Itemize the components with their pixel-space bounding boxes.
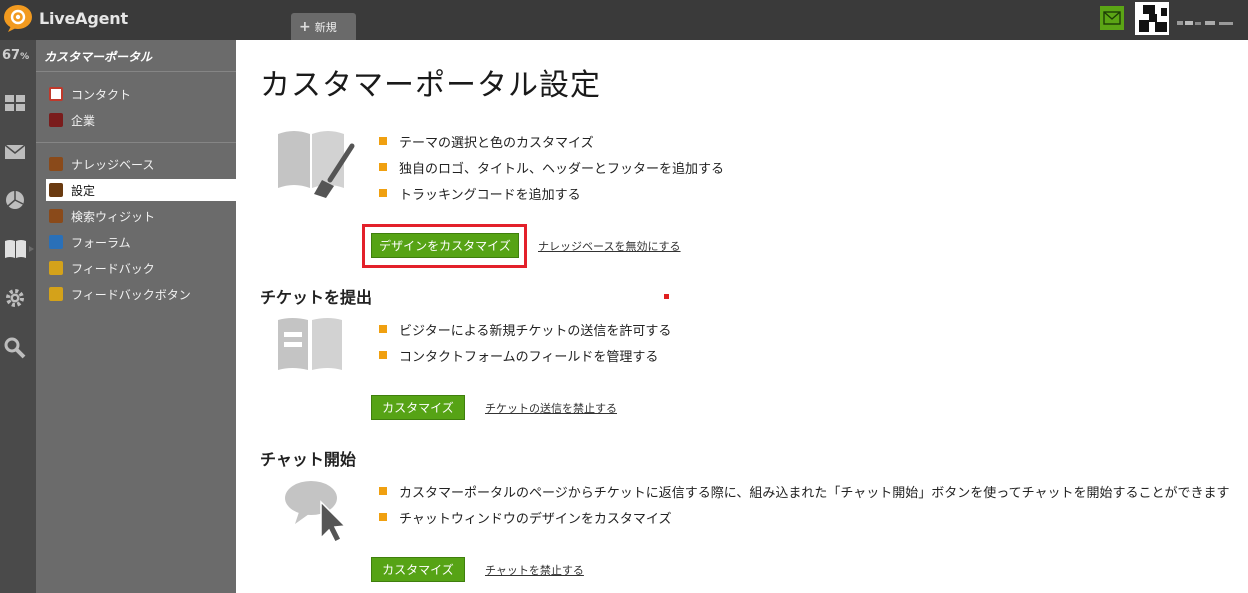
mail-icon[interactable] bbox=[4, 141, 26, 163]
page-title: カスタマーポータル設定 bbox=[260, 68, 601, 103]
customize-ticket-button[interactable]: カスタマイズ bbox=[371, 395, 465, 420]
forum-icon bbox=[49, 235, 63, 249]
sidebar-item-label: 設定 bbox=[71, 183, 96, 198]
list-item: 独自のロゴ、タイトル、ヘッダーとフッターを追加する bbox=[379, 158, 724, 177]
reports-pie-icon[interactable] bbox=[4, 189, 26, 211]
disable-chat-link[interactable]: チャットを禁止する bbox=[485, 562, 584, 578]
list-item: チャットウィンドウのデザインをカスタマイズ bbox=[379, 508, 671, 527]
knowledgebase-icon bbox=[49, 157, 63, 171]
list-item: カスタマーポータルのページからチケットに返信する際に、組み込まれた「チャット開始… bbox=[379, 482, 1229, 501]
company-icon bbox=[49, 113, 63, 127]
contact-icon bbox=[49, 87, 63, 101]
list-item: ビジターによる新規チケットの送信を許可する bbox=[379, 320, 671, 339]
sidebar-divider bbox=[36, 142, 236, 143]
sidebar-item-feedback-button[interactable]: フィードバックボタン bbox=[46, 283, 236, 305]
knowledgebase-book-icon[interactable] bbox=[4, 238, 34, 260]
sidebar-item-settings[interactable]: 設定 bbox=[46, 179, 236, 201]
customize-chat-button[interactable]: カスタマイズ bbox=[371, 557, 465, 582]
feedback-icon bbox=[49, 261, 63, 275]
app-name: LiveAgent bbox=[39, 8, 128, 28]
gear-icon[interactable] bbox=[4, 287, 26, 309]
mail-button[interactable] bbox=[1100, 6, 1124, 30]
top-bar: LiveAgent + 新規 bbox=[0, 0, 1248, 40]
sidebar-item-companies[interactable]: 企業 bbox=[46, 109, 236, 131]
search-widget-icon bbox=[49, 209, 63, 223]
new-tab-label: 新規 bbox=[314, 20, 337, 34]
sidebar-item-label: ナレッジベース bbox=[71, 157, 155, 172]
plus-icon: + bbox=[299, 18, 311, 35]
sidebar-item-feedback[interactable]: フィードバック bbox=[46, 257, 236, 279]
disable-knowledgebase-link[interactable]: ナレッジベースを無効にする bbox=[538, 238, 681, 254]
envelope-icon bbox=[1103, 11, 1121, 25]
section-title-chat: チャット開始 bbox=[260, 450, 356, 469]
new-tab-button[interactable]: + 新規 bbox=[291, 13, 356, 40]
paintbrush-book-icon bbox=[276, 128, 358, 204]
sidebar-item-label: コンタクト bbox=[71, 87, 132, 102]
sidebar-item-label: 検索ウィジット bbox=[71, 209, 156, 224]
settings-icon bbox=[49, 183, 63, 197]
liveagent-logo-icon bbox=[3, 4, 34, 32]
avatar[interactable] bbox=[1135, 2, 1169, 35]
sidebar-item-label: フィードバック bbox=[71, 261, 155, 276]
disable-ticket-link[interactable]: チケットの送信を禁止する bbox=[485, 400, 617, 416]
red-marker bbox=[664, 294, 669, 299]
sidebar-item-forum[interactable]: フォーラム bbox=[46, 231, 236, 253]
load-indicator: 67% bbox=[2, 48, 30, 63]
list-item: テーマの選択と色のカスタマイズ bbox=[379, 132, 594, 151]
sidebar-divider bbox=[36, 71, 236, 72]
sidebar: カスタマーポータル コンタクト 企業 ナレッジベース 設定 検索ウィジット フォ… bbox=[36, 40, 236, 593]
app-logo[interactable]: LiveAgent bbox=[3, 4, 128, 32]
sidebar-item-label: 企業 bbox=[71, 113, 96, 128]
username-blurred bbox=[1177, 12, 1237, 25]
ticket-form-icon bbox=[276, 316, 346, 378]
sidebar-item-knowledgebase[interactable]: ナレッジベース bbox=[46, 153, 236, 175]
dashboard-icon[interactable] bbox=[4, 92, 26, 114]
feedback-button-icon bbox=[49, 287, 63, 301]
sidebar-item-label: フィードバックボタン bbox=[71, 287, 191, 302]
list-item: トラッキングコードを追加する bbox=[379, 184, 581, 203]
icon-rail: 67% bbox=[0, 40, 36, 593]
list-item: コンタクトフォームのフィールドを管理する bbox=[379, 346, 658, 365]
search-icon[interactable] bbox=[4, 337, 26, 359]
sidebar-item-contacts[interactable]: コンタクト bbox=[46, 83, 236, 105]
section-title-ticket: チケットを提出 bbox=[260, 288, 373, 307]
customize-design-button[interactable]: デザインをカスタマイズ bbox=[371, 233, 519, 258]
sidebar-title: カスタマーポータル bbox=[44, 50, 153, 64]
sidebar-item-search-widget[interactable]: 検索ウィジット bbox=[46, 205, 236, 227]
chat-bubble-cursor-icon bbox=[283, 478, 347, 546]
sidebar-item-label: フォーラム bbox=[71, 235, 131, 250]
